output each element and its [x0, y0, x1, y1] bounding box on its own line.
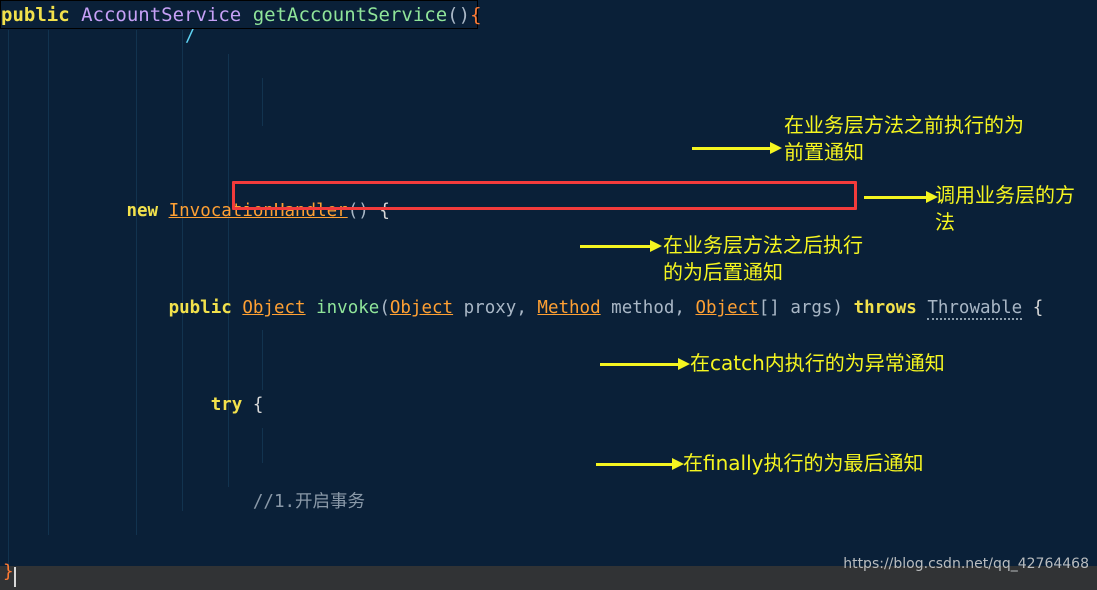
token-class-accountservice: AccountService: [81, 3, 242, 26]
token-class-object: Object: [695, 298, 759, 319]
token-keyword-throws: throws: [853, 298, 917, 319]
token-param-args: args: [790, 298, 833, 319]
token-param-proxy: proxy: [463, 298, 517, 319]
token-keyword: public: [1, 3, 70, 26]
token-brace: {: [1032, 298, 1044, 319]
annotation-exception-advice: 在catch内执行的为异常通知: [690, 351, 945, 375]
token-class-throwable-warning: Throwable: [927, 298, 1023, 321]
token-comment-1: //1.开启事务: [252, 491, 366, 512]
token-brace: {: [252, 395, 264, 415]
token-method-getaccountservice: getAccountService: [252, 3, 448, 26]
annotation-after-advice: 在业务层方法之后执行 的为后置通知: [663, 233, 863, 284]
token-keyword: new: [126, 201, 159, 222]
annotation-final-advice: 在finally执行的为最后通知: [683, 451, 924, 475]
token-method-invoke: invoke: [316, 298, 380, 319]
token-punct: ,: [674, 298, 696, 319]
token-keyword: public: [168, 298, 232, 319]
closing-brace-glyph: }: [3, 562, 14, 582]
method-signature-overlay: public AccountService getAccountService(…: [0, 0, 482, 29]
text-caret: [14, 567, 16, 587]
token-punct: ,: [516, 298, 538, 319]
token-punct: []: [758, 298, 780, 319]
token-param-method: method: [611, 298, 675, 319]
token-class-object: Object: [242, 298, 306, 319]
token-punct: (: [379, 298, 390, 319]
token-class-method: Method: [537, 298, 601, 319]
annotation-before-advice: 在业务层方法之前执行的为 前置通知: [784, 113, 1024, 164]
code-line: public Object invoke(Object proxy, Metho…: [0, 296, 1097, 321]
token-punct: ): [832, 298, 844, 319]
code-line: //1.开启事务: [0, 490, 1097, 514]
token-keyword-try: try: [210, 395, 243, 415]
code-content[interactable]: new InvocationHandler() { public Object …: [0, 30, 1097, 566]
token-class-object: Object: [389, 298, 454, 319]
code-editor[interactable]: / new InvocationHandler() { public Objec…: [0, 0, 1097, 566]
token-punct: (): [447, 3, 471, 26]
token-brace: {: [470, 3, 482, 26]
code-line: try {: [0, 393, 1097, 417]
watermark-url: https://blog.csdn.net/qq_42764468: [843, 556, 1089, 572]
highlight-box-invoke-line: [232, 181, 857, 210]
annotation-invoke-target: 调用业务层的方 法: [935, 183, 1075, 234]
